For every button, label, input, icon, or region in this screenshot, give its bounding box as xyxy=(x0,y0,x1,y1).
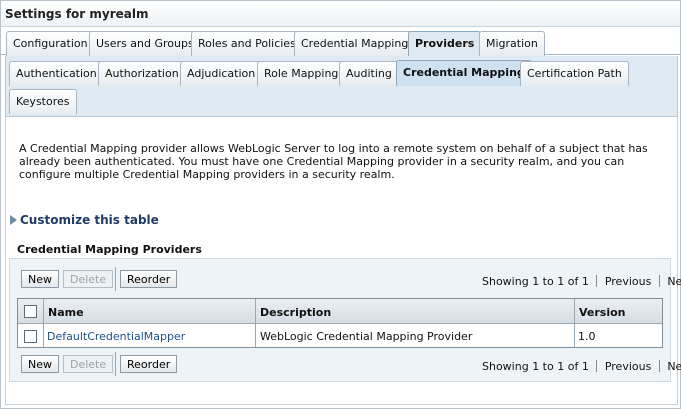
subtab-adjudication[interactable]: Adjudication xyxy=(180,61,263,86)
column-header-description[interactable]: Description xyxy=(260,306,331,319)
pagination-top: Showing 1 to 1 of 1 Previous Next xyxy=(482,275,681,288)
reorder-button[interactable]: Reorder xyxy=(120,270,178,288)
paging-status: Showing 1 to 1 of 1 xyxy=(482,275,589,288)
toolbar-divider-bottom xyxy=(115,352,116,376)
paging-divider xyxy=(658,275,660,287)
provider-description-cell: WebLogic Credential Mapping Provider xyxy=(260,330,473,343)
page-title: Settings for myrealm xyxy=(5,7,149,21)
paging-divider xyxy=(596,360,598,372)
page-header: Settings for myrealm xyxy=(1,1,680,27)
tab-providers[interactable]: Providers xyxy=(408,31,482,57)
paging-divider xyxy=(658,360,660,372)
subtab-authentication[interactable]: Authentication xyxy=(9,61,104,86)
select-all-checkbox[interactable] xyxy=(24,305,37,318)
delete-button: Delete xyxy=(63,270,114,288)
provider-name-link[interactable]: DefaultCredentialMapper xyxy=(47,330,185,343)
column-header-name[interactable]: Name xyxy=(48,306,84,319)
paging-divider xyxy=(596,275,598,287)
delete-button-bottom: Delete xyxy=(63,355,114,373)
provider-version-cell: 1.0 xyxy=(578,330,596,343)
tab-credential-mappings[interactable]: Credential Mappings xyxy=(294,31,422,56)
subtab-authorization[interactable]: Authorization xyxy=(98,61,186,86)
reorder-button-bottom[interactable]: Reorder xyxy=(120,355,178,373)
tab-roles-and-policies[interactable]: Roles and Policies xyxy=(191,31,303,56)
next-page-link-bottom[interactable]: Next xyxy=(667,360,681,373)
customize-table-link[interactable]: Customize this table xyxy=(10,213,159,227)
expand-triangle-icon xyxy=(10,215,17,225)
paging-status-bottom: Showing 1 to 1 of 1 xyxy=(482,360,589,373)
subtab-auditing[interactable]: Auditing xyxy=(339,61,399,86)
providers-table: Name Description Version DefaultCredenti… xyxy=(17,298,663,348)
customize-table-label: Customize this table xyxy=(20,213,159,227)
provider-description: A Credential Mapping provider allows Web… xyxy=(19,142,648,181)
subtab-keystores[interactable]: Keystores xyxy=(9,89,77,114)
next-page-link[interactable]: Next xyxy=(667,275,681,288)
subtab-role-mapping[interactable]: Role Mapping xyxy=(257,61,346,86)
column-header-version[interactable]: Version xyxy=(579,306,626,319)
subtab-credential-mapping[interactable]: Credential Mapping xyxy=(396,60,532,86)
settings-window: Settings for myrealm Configuration Users… xyxy=(0,0,681,409)
tab-configuration[interactable]: Configuration xyxy=(6,31,95,56)
previous-page-link[interactable]: Previous xyxy=(605,275,652,288)
previous-page-link-bottom[interactable]: Previous xyxy=(605,360,652,373)
new-button[interactable]: New xyxy=(21,270,59,288)
tab-users-and-groups[interactable]: Users and Groups xyxy=(89,31,201,56)
pagination-bottom: Showing 1 to 1 of 1 Previous Next xyxy=(482,360,681,373)
provider-subtab-panel: Authentication Authorization Adjudicatio… xyxy=(5,56,678,117)
main-tab-bar: Configuration Users and Groups Roles and… xyxy=(1,29,680,57)
table-title: Credential Mapping Providers xyxy=(17,243,202,256)
subtab-certification-path[interactable]: Certification Path xyxy=(520,61,629,86)
row-checkbox[interactable] xyxy=(24,330,37,343)
new-button-bottom[interactable]: New xyxy=(21,355,59,373)
toolbar-divider xyxy=(115,267,116,291)
tab-migration[interactable]: Migration xyxy=(479,31,545,56)
